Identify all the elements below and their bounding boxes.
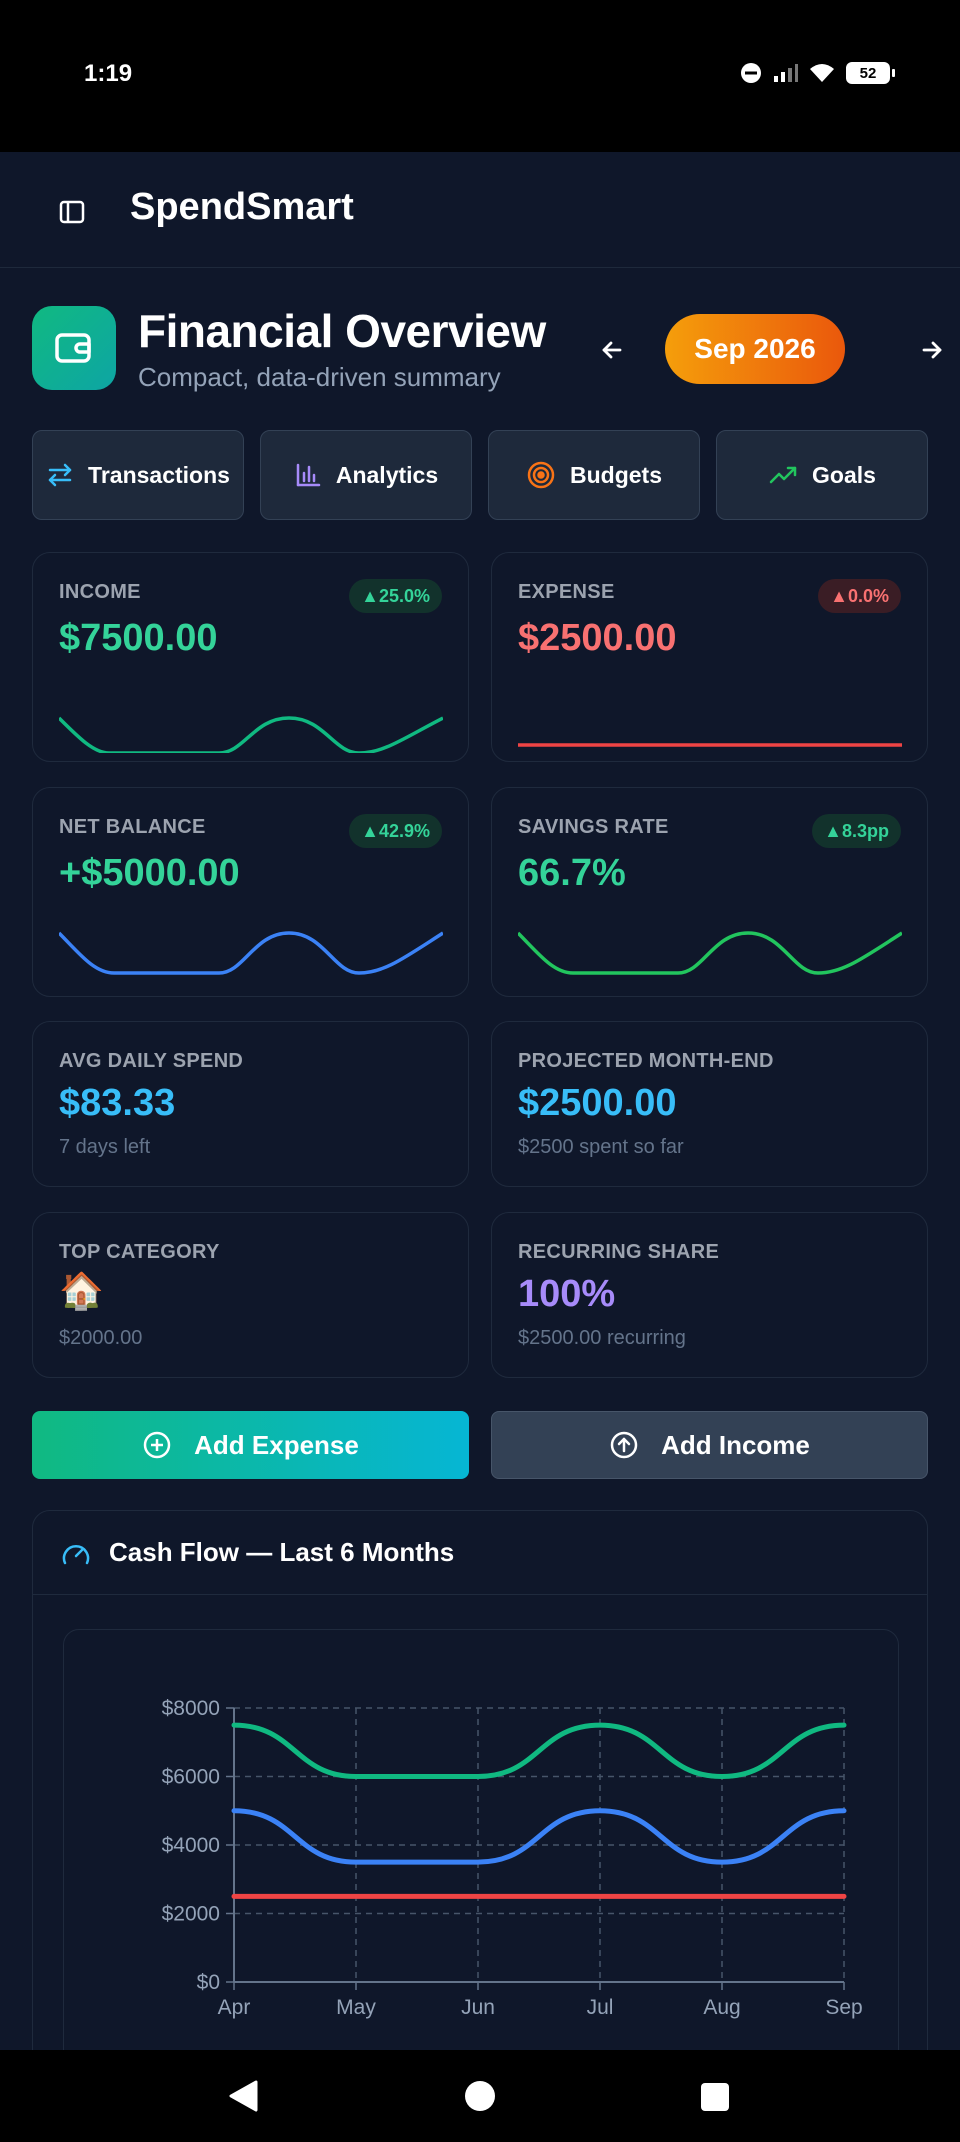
add-expense-button[interactable]: Add Expense bbox=[32, 1411, 469, 1479]
y-tick-label: $8000 bbox=[162, 1697, 220, 1720]
savings-rate-value: 66.7% bbox=[518, 852, 626, 894]
x-tick-label: Jun bbox=[461, 1996, 495, 2019]
avg-daily-spend-card: AVG DAILY SPEND $83.33 7 days left bbox=[32, 1021, 469, 1187]
bar-chart-icon bbox=[296, 463, 321, 487]
budgets-label: Budgets bbox=[570, 461, 662, 488]
page-title: Financial Overview bbox=[138, 305, 546, 357]
recurring-share-value: 100% bbox=[518, 1273, 616, 1315]
cash-flow-title: Cash Flow — Last 6 Months bbox=[109, 1537, 455, 1567]
action-buttons: Add Expense Add Income bbox=[32, 1411, 928, 1479]
sidebar-toggle-button[interactable] bbox=[52, 192, 92, 232]
gauge-icon bbox=[62, 1545, 90, 1565]
spent-so-far-text: $2500 spent so far bbox=[518, 1136, 684, 1158]
month-selector[interactable]: Sep 2026 bbox=[665, 314, 845, 384]
projected-month-end-value: $2500.00 bbox=[518, 1082, 677, 1124]
cash-flow-header: Cash Flow — Last 6 Months bbox=[33, 1511, 927, 1595]
x-tick-label: May bbox=[336, 1996, 376, 2019]
page-subtitle: Compact, data-driven summary bbox=[138, 362, 501, 392]
avg-daily-spend-value: $83.33 bbox=[59, 1082, 176, 1124]
y-tick-label: $6000 bbox=[162, 1766, 220, 1789]
top-category-card: TOP CATEGORY 🏠 $2000.00 bbox=[32, 1212, 469, 1378]
y-tick-label: $0 bbox=[197, 1971, 220, 1994]
series-line-1 bbox=[231, 1808, 847, 1865]
top-category-amount: $2000.00 bbox=[59, 1327, 143, 1349]
days-left-text: 7 days left bbox=[59, 1136, 151, 1158]
status-time: 1:19 bbox=[84, 60, 133, 87]
expense-card: EXPENSE ▲0.0% $2500.00 bbox=[491, 552, 928, 762]
expense-change-badge: ▲0.0% bbox=[818, 579, 901, 613]
income-sparkline bbox=[59, 716, 443, 753]
goals-label: Goals bbox=[812, 461, 876, 488]
app-bar: SpendSmart bbox=[0, 152, 960, 268]
battery-level: 52 bbox=[859, 64, 877, 82]
net-balance-change-badge: ▲42.9% bbox=[349, 814, 442, 848]
add-income-button[interactable]: Add Income bbox=[491, 1411, 928, 1479]
arrow-left-icon bbox=[602, 341, 622, 359]
recents-icon[interactable] bbox=[700, 2082, 730, 2112]
income-value: $7500.00 bbox=[59, 617, 218, 659]
house-icon: 🏠 bbox=[59, 1270, 104, 1311]
x-tick-label: Aug bbox=[703, 1996, 740, 2019]
nav-row: Transactions Analytics Budgets Goals bbox=[32, 430, 928, 520]
x-tick-label: Jul bbox=[587, 1996, 614, 2019]
income-change-badge: ▲25.0% bbox=[349, 579, 442, 613]
home-icon[interactable] bbox=[464, 2080, 496, 2112]
plus-circle-icon bbox=[143, 1431, 171, 1459]
y-tick-label: $4000 bbox=[162, 1834, 220, 1857]
net-balance-sparkline bbox=[59, 931, 443, 975]
add-expense-label: Add Expense bbox=[194, 1429, 359, 1460]
transactions-button[interactable]: Transactions bbox=[32, 430, 244, 520]
battery-icon: 52 bbox=[846, 62, 895, 84]
previous-month-button[interactable] bbox=[592, 330, 632, 370]
y-tick-label: $2000 bbox=[162, 1903, 220, 1926]
sidebar-icon bbox=[59, 200, 85, 224]
system-nav-bar bbox=[0, 2050, 960, 2142]
back-icon[interactable] bbox=[228, 2080, 258, 2112]
recurring-amount-text: $2500.00 recurring bbox=[518, 1327, 686, 1349]
do-not-disturb-icon bbox=[741, 63, 761, 83]
cash-flow-card: Cash Flow — Last 6 Months $0 $2000 $4000 $6… bbox=[32, 1510, 928, 2142]
x-tick-label: Apr bbox=[218, 1996, 251, 2019]
wallet-logo bbox=[32, 306, 116, 390]
add-income-label: Add Income bbox=[661, 1429, 810, 1460]
projected-month-end-card: PROJECTED MONTH-END $2500.00 $2500 spent… bbox=[491, 1021, 928, 1187]
analytics-label: Analytics bbox=[335, 461, 439, 488]
expense-sparkline bbox=[518, 743, 902, 747]
signal-icon bbox=[774, 64, 798, 82]
savings-rate-change-badge: ▲8.3pp bbox=[812, 814, 901, 848]
net-balance-card: NET BALANCE ▲42.9% +$5000.00 bbox=[32, 787, 469, 997]
swap-arrows-icon bbox=[48, 463, 72, 487]
status-bar: 1:19 52 bbox=[0, 0, 960, 152]
recurring-share-label: RECURRING SHARE bbox=[518, 1241, 720, 1263]
wallet-icon bbox=[55, 333, 91, 363]
expense-label: EXPENSE bbox=[518, 581, 615, 603]
page-header: Financial Overview Compact, data-driven … bbox=[32, 304, 942, 394]
avg-daily-spend-label: AVG DAILY SPEND bbox=[59, 1050, 244, 1072]
recurring-share-card: RECURRING SHARE 100% $2500.00 recurring bbox=[491, 1212, 928, 1378]
transactions-label: Transactions bbox=[88, 461, 230, 488]
expense-value: $2500.00 bbox=[518, 617, 677, 659]
arrow-up-circle-icon bbox=[610, 1431, 638, 1459]
x-tick-label: Sep bbox=[825, 1996, 862, 2019]
analytics-button[interactable]: Analytics bbox=[260, 430, 472, 520]
savings-rate-card: SAVINGS RATE ▲8.3pp 66.7% bbox=[491, 787, 928, 997]
arrow-right-icon bbox=[922, 341, 942, 359]
wifi-icon bbox=[810, 64, 834, 82]
status-icons: 52 bbox=[740, 62, 895, 84]
income-label: INCOME bbox=[59, 581, 141, 603]
series-line-0 bbox=[231, 1722, 847, 1780]
app-title: SpendSmart bbox=[130, 186, 354, 228]
budgets-button[interactable]: Budgets bbox=[488, 430, 700, 520]
target-icon bbox=[527, 461, 555, 489]
net-balance-label: NET BALANCE bbox=[59, 816, 206, 838]
top-category-label: TOP CATEGORY bbox=[59, 1241, 220, 1263]
projected-month-end-label: PROJECTED MONTH-END bbox=[518, 1050, 774, 1072]
trending-up-icon bbox=[769, 466, 797, 484]
income-card: INCOME ▲25.0% $7500.00 bbox=[32, 552, 469, 762]
savings-rate-sparkline bbox=[518, 931, 902, 975]
goals-button[interactable]: Goals bbox=[716, 430, 928, 520]
next-month-button[interactable] bbox=[912, 330, 952, 370]
net-balance-value: +$5000.00 bbox=[59, 852, 240, 894]
savings-rate-label: SAVINGS RATE bbox=[518, 816, 669, 838]
